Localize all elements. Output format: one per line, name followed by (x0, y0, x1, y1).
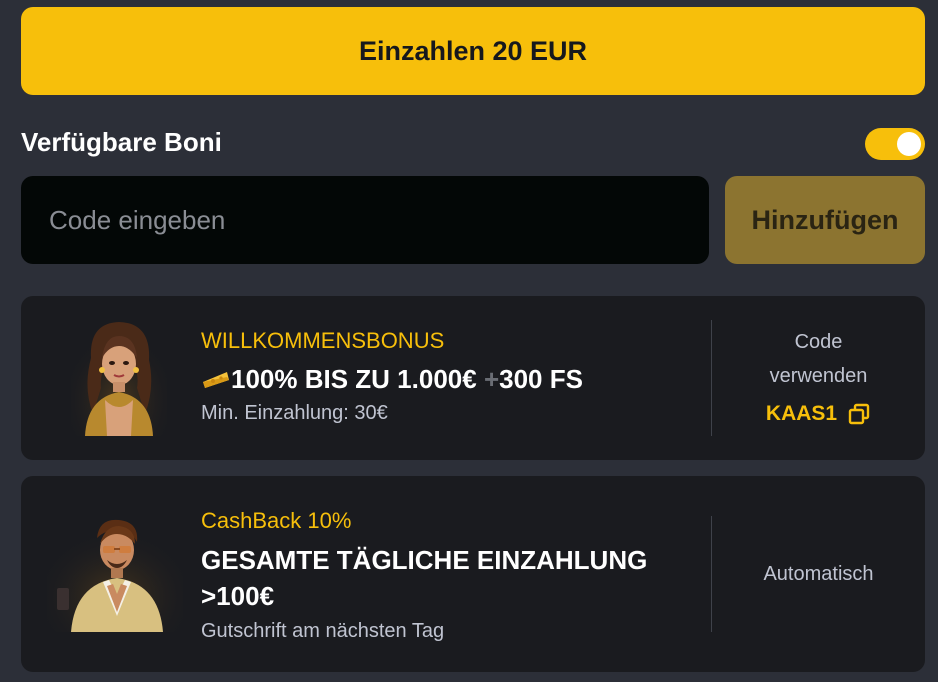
bonus-code-panel: Code verwenden KAAS1 (712, 296, 925, 460)
bonus-code-value: KAAS1 (765, 402, 838, 425)
bonus-card-cashback-text: CashBack 10% GESAMTE TÄGLICHE EINZAHLUNG… (201, 508, 647, 643)
add-code-button-label: Hinzufügen (751, 204, 899, 235)
bonus-label: WILLKOMMENSBONUS (201, 328, 445, 353)
promo-code-input[interactable] (21, 176, 709, 264)
bonus-headline: GESAMTE TÄGLICHE EINZAHLUNG >100€ (201, 542, 647, 614)
bonus-code-row: KAAS1 (766, 397, 871, 431)
plus-sign: + (483, 364, 500, 394)
bonus-mode-label: Automatisch (763, 563, 874, 585)
deposit-button-label: Einzahlen 20 EUR (358, 35, 588, 66)
bonus-mode-panel: Automatisch (712, 476, 925, 672)
bonus-card-welcome[interactable]: WILLKOMMENSBONUS 100% BIS ZU 1.000€ +300… (21, 296, 925, 460)
woman-avatar-icon (71, 318, 167, 436)
bonus-headline-line2: >100€ (201, 581, 275, 611)
toggle-knob (897, 132, 921, 156)
add-code-button[interactable]: Hinzufügen (725, 176, 925, 264)
cheese-icon (203, 372, 229, 388)
bonus-label: CashBack 10% (201, 508, 352, 533)
bonus-card-welcome-text: WILLKOMMENSBONUS 100% BIS ZU 1.000€ +300… (201, 328, 583, 425)
bonus-headline: 100% BIS ZU 1.000€ +300 FS (201, 362, 583, 396)
bonus-headline-extra: 300 FS (499, 364, 583, 394)
code-use-label-line2: verwenden (769, 365, 868, 387)
bonus-toggle[interactable] (865, 128, 925, 160)
bonus-credit-note: Gutschrift am nächsten Tag (201, 620, 445, 642)
man-avatar-icon (47, 516, 183, 632)
bonus-card-cashback[interactable]: CashBack 10% GESAMTE TÄGLICHE EINZAHLUNG… (21, 476, 925, 672)
copy-icon[interactable] (847, 402, 871, 426)
bonus-min-deposit: Min. Einzahlung: 30€ (201, 402, 388, 424)
available-bonuses-title: Verfügbare Boni (21, 127, 222, 157)
bonus-headline-line1: GESAMTE TÄGLICHE EINZAHLUNG (201, 545, 648, 575)
code-use-label-line1: Code (794, 331, 843, 353)
bonus-headline-main: 100% BIS ZU 1.000€ (231, 364, 477, 394)
deposit-button[interactable]: Einzahlen 20 EUR (21, 7, 925, 95)
